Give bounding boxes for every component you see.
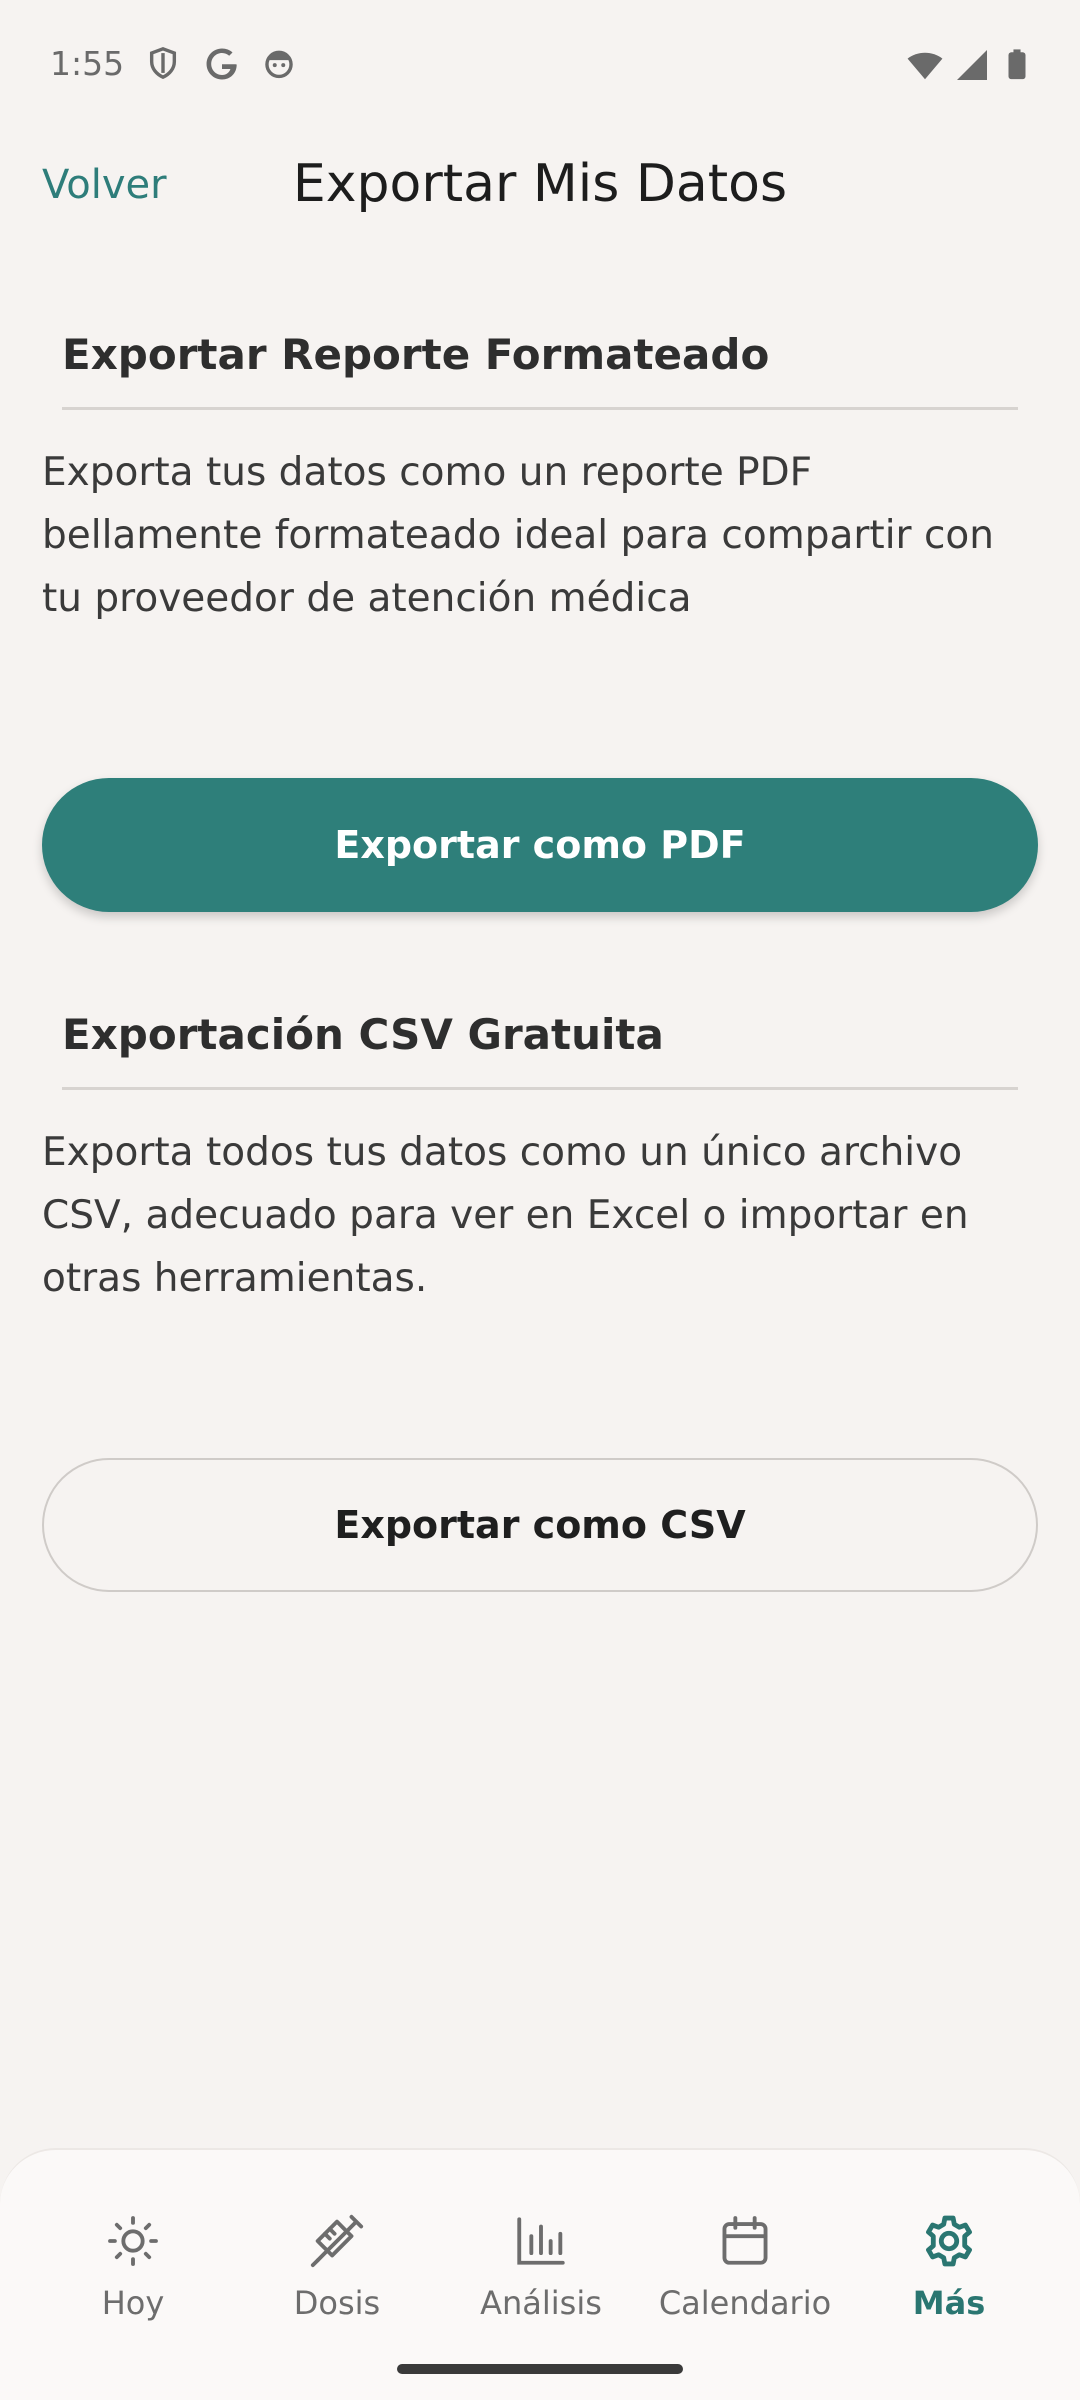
- status-time: 1:55: [50, 44, 125, 83]
- pdf-section-title: Exportar Reporte Formateado: [62, 330, 1018, 410]
- shield-icon: [146, 46, 180, 80]
- syringe-icon: [310, 2214, 364, 2268]
- nav-item-calendario[interactable]: Calendario: [645, 2212, 845, 2322]
- nav-label-calendario: Calendario: [658, 2284, 832, 2322]
- pdf-section-description: Exporta tus datos como un reporte PDF be…: [42, 450, 994, 621]
- csv-section-description: Exporta todos tus datos como un único ar…: [42, 1130, 969, 1301]
- nav-item-hoy[interactable]: Hoy: [33, 2212, 233, 2322]
- sun-icon: [108, 2216, 158, 2266]
- status-left-icons: [146, 46, 296, 80]
- bottom-nav: Hoy Dosis Análisis Calendario Más: [0, 2148, 1080, 2400]
- face-icon: [262, 46, 296, 80]
- nav-item-dosis[interactable]: Dosis: [237, 2212, 437, 2322]
- nav-label-analisis: Análisis: [480, 2284, 602, 2322]
- header: Exportar Mis Datos Volver: [0, 140, 1080, 240]
- calendar-icon: [722, 2216, 768, 2265]
- battery-icon: [1008, 49, 1026, 80]
- status-right-icons: [906, 46, 1034, 84]
- csv-section-title: Exportación CSV Gratuita: [62, 1010, 1018, 1090]
- back-button[interactable]: Volver: [42, 162, 167, 208]
- bar-chart-icon: [517, 2217, 565, 2265]
- nav-label-hoy: Hoy: [101, 2284, 165, 2322]
- nav-label-mas: Más: [912, 2284, 986, 2322]
- status-bar: 1:55: [0, 0, 1080, 130]
- export-pdf-button[interactable]: Exportar como PDF: [42, 778, 1038, 912]
- signal-icon: [957, 50, 987, 80]
- wifi-icon: [907, 52, 943, 80]
- nav-label-dosis: Dosis: [293, 2284, 381, 2322]
- google-icon: [204, 46, 238, 80]
- export-csv-button[interactable]: Exportar como CSV: [42, 1458, 1038, 1592]
- nav-item-mas[interactable]: Más: [849, 2212, 1049, 2322]
- home-indicator[interactable]: [397, 2364, 683, 2374]
- app-screen: 1:55 Exportar Mis Datos Volver Exportar …: [0, 0, 1080, 2400]
- nav-item-analisis[interactable]: Análisis: [441, 2212, 641, 2322]
- gear-icon: [926, 2215, 972, 2267]
